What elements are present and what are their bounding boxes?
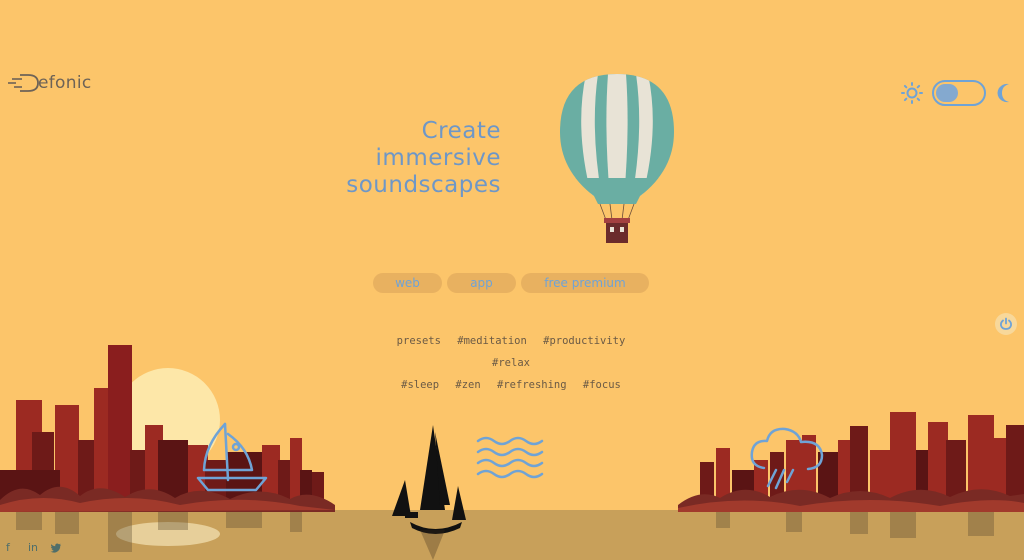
tag-presets[interactable]: presets (397, 335, 441, 347)
brand-name: efonic (38, 73, 92, 93)
theme-switch-knob (936, 84, 958, 102)
facebook-icon[interactable]: f (6, 542, 18, 554)
headline-line-1: Create (421, 118, 501, 144)
tag-zen[interactable]: #zen (455, 379, 480, 391)
boat-reflection (420, 530, 445, 560)
sound-wave-d-icon (8, 74, 39, 92)
platform-tabs: web app free premium (373, 273, 649, 293)
moon-icon[interactable] (994, 81, 1018, 105)
tag-relax[interactable]: #relax (492, 357, 530, 369)
right-reflection (716, 512, 994, 538)
boat-silhouette (392, 425, 466, 534)
water (0, 510, 1024, 560)
power-button[interactable] (995, 313, 1017, 335)
tab-app[interactable]: app (447, 273, 516, 293)
left-skyline (0, 345, 335, 512)
right-skyline (678, 412, 1024, 512)
theme-toggle[interactable] (900, 80, 1018, 106)
headline-line-3: soundscapes (346, 172, 501, 198)
twitter-icon[interactable] (50, 542, 62, 554)
tab-web[interactable]: web (373, 273, 442, 293)
hero-headline: Create immersive soundscapes (346, 118, 501, 199)
tag-sleep[interactable]: #sleep (401, 379, 439, 391)
sun-disc (116, 368, 220, 472)
sun-reflection (116, 522, 220, 546)
tab-free-premium[interactable]: free premium (521, 273, 649, 293)
brand-logo[interactable]: efonic (6, 70, 116, 96)
tag-refreshing[interactable]: #refreshing (497, 379, 567, 391)
waves-icon[interactable] (476, 436, 544, 479)
social-links: f in (6, 542, 62, 554)
hot-air-balloon-illustration (560, 74, 674, 243)
tag-meditation[interactable]: #meditation (457, 335, 527, 347)
theme-switch[interactable] (932, 80, 986, 106)
headline-line-2: immersive (375, 145, 501, 171)
tag-focus[interactable]: #focus (583, 379, 621, 391)
power-icon (1000, 317, 1012, 330)
sun-icon[interactable] (900, 81, 924, 105)
linkedin-icon[interactable]: in (28, 542, 40, 554)
rain-cloud-icon[interactable] (750, 427, 824, 490)
tag-list: presets #meditation #productivity #relax… (366, 330, 656, 396)
sailboat-icon[interactable] (196, 422, 268, 492)
tag-productivity[interactable]: #productivity (543, 335, 625, 347)
